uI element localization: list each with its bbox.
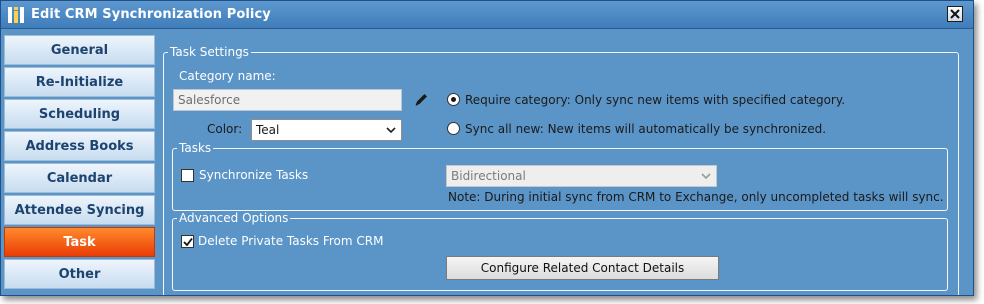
sidebar-item-other[interactable]: Other <box>4 259 155 289</box>
advanced-options-legend: Advanced Options <box>179 211 289 225</box>
task-direction-value: Bidirectional <box>451 169 526 183</box>
sidebar-item-re-initialize[interactable]: Re-Initialize <box>4 67 155 97</box>
tasks-note: Note: During initial sync from CRM to Ex… <box>448 190 944 204</box>
sidebar-item-calendar[interactable]: Calendar <box>4 163 155 193</box>
sidebar-item-general[interactable]: General <box>4 35 155 65</box>
sidebar-item-label: Scheduling <box>38 106 121 122</box>
configure-button-label: Configure Related Contact Details <box>480 261 685 275</box>
checkmark-icon <box>182 237 193 246</box>
close-icon <box>950 9 960 19</box>
sidebar-item-scheduling[interactable]: Scheduling <box>4 99 155 129</box>
chevron-down-icon <box>701 173 711 180</box>
configure-related-contact-details-button[interactable]: Configure Related Contact Details <box>446 256 719 280</box>
pencil-icon[interactable] <box>413 92 429 108</box>
sidebar-item-label: General <box>50 42 109 58</box>
sidebar-item-task[interactable]: Task <box>4 227 155 257</box>
sync-all-new-radio[interactable] <box>447 122 460 135</box>
delete-private-tasks-label: Delete Private Tasks From CRM <box>198 234 384 248</box>
category-name-input[interactable] <box>173 89 402 111</box>
task-direction-select[interactable]: Bidirectional <box>446 165 717 187</box>
sync-all-new-label: Sync all new: New items will automatical… <box>465 122 827 136</box>
chevron-down-icon <box>386 127 396 134</box>
delete-private-tasks-checkbox[interactable] <box>181 235 194 248</box>
tasks-legend: Tasks <box>179 141 212 155</box>
sidebar-item-attendee-syncing[interactable]: Attendee Syncing <box>4 195 155 225</box>
task-content-panel: Task Settings Category name: Color: Teal… <box>163 45 959 295</box>
close-button[interactable] <box>947 6 963 22</box>
require-category-radio[interactable] <box>447 93 460 106</box>
sidebar-item-label: Address Books <box>25 138 134 154</box>
sidebar-item-label: Calendar <box>46 170 113 186</box>
sidebar-item-label: Other <box>58 266 101 282</box>
title-bar: Edit CRM Synchronization Policy <box>1 1 973 29</box>
sidebar-item-address-books[interactable]: Address Books <box>4 131 155 161</box>
dialog-window: Edit CRM Synchronization Policy General … <box>0 0 974 296</box>
color-label: Color: <box>207 122 243 136</box>
task-settings-legend: Task Settings <box>170 45 249 59</box>
require-category-label: Require category: Only sync new items wi… <box>465 93 846 107</box>
window-title: Edit CRM Synchronization Policy <box>31 7 271 22</box>
synchronize-tasks-checkbox[interactable] <box>181 169 194 182</box>
synchronize-tasks-label: Synchronize Tasks <box>199 168 309 182</box>
sidebar-item-label: Attendee Syncing <box>14 202 145 218</box>
app-logo-icon <box>8 7 24 23</box>
sidebar-item-label: Re-Initialize <box>35 74 124 90</box>
sidebar-item-label: Task <box>63 234 96 250</box>
color-select-value: Teal <box>256 123 280 137</box>
sidebar-nav: General Re-Initialize Scheduling Address… <box>4 35 155 295</box>
category-name-label: Category name: <box>179 69 276 83</box>
color-select[interactable]: Teal <box>251 119 402 141</box>
